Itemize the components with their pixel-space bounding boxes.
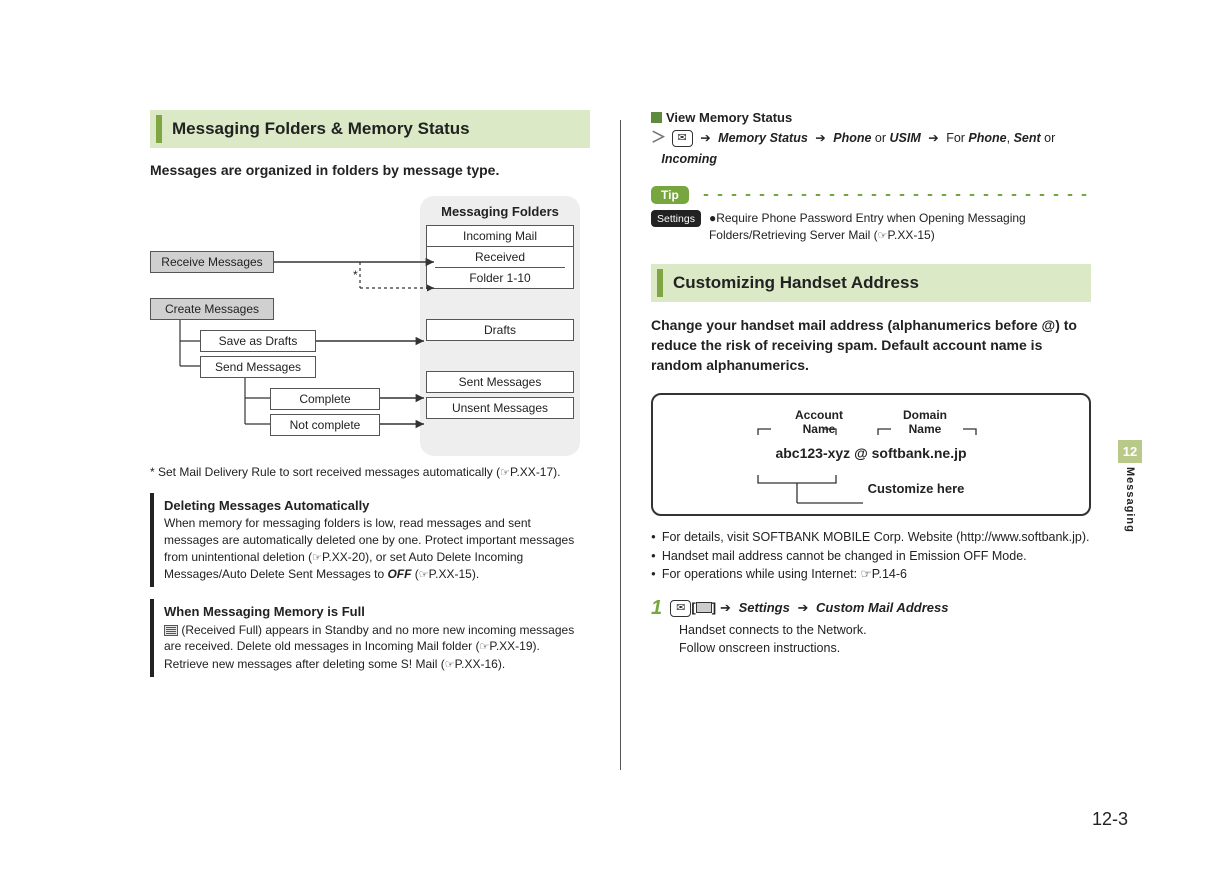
intro-text-2: Change your handset mail address (alphan… (651, 316, 1091, 375)
tip-badge: Tip (651, 186, 689, 204)
tip-dots (699, 192, 1091, 198)
folder-range-label: Folder 1-10 (435, 268, 565, 288)
note-memory-full: When Messaging Memory is Full (Received … (150, 599, 590, 677)
not-complete-box: Not complete (270, 414, 380, 436)
step-1: 1 ✉[]➔ Settings ➔ Custom Mail Address (651, 598, 1091, 618)
bullet-list: For details, visit SOFTBANK MOBILE Corp.… (651, 528, 1091, 584)
heading-text: Messaging Folders & Memory Status (172, 119, 470, 139)
right-column: View Memory Status ＞ ✉ ➔ Memory Status ➔… (651, 110, 1091, 770)
step-1-note: Handset connects to the Network. Follow … (679, 622, 1091, 657)
chapter-tab: 12 Messaging (1118, 440, 1142, 533)
page-ref-icon (312, 550, 322, 564)
account-name-label: Account Name (795, 409, 843, 437)
view-memory-block: View Memory Status ＞ ✉ ➔ Memory Status ➔… (651, 110, 1091, 168)
sent-label: Sent Messages (426, 371, 574, 393)
note-title: Deleting Messages Automatically (164, 497, 582, 515)
create-box: Create Messages (150, 298, 274, 320)
receive-box: Receive Messages (150, 251, 274, 273)
list-item: Handset mail address cannot be changed i… (651, 547, 1091, 566)
section-heading-2: Customizing Handset Address (651, 264, 1091, 302)
send-box: Send Messages (200, 356, 316, 378)
left-column: Messaging Folders & Memory Status Messag… (150, 110, 590, 770)
chapter-label: Messaging (1124, 467, 1136, 533)
note-title: When Messaging Memory is Full (164, 603, 582, 621)
tip-row: Tip (651, 186, 1091, 204)
incoming-mail-group: Incoming Mail Received Folder 1-10 (426, 225, 574, 289)
page-ref-icon (419, 567, 429, 581)
mail-softkey-icon (696, 602, 712, 613)
settings-note: Settings ●Require Phone Password Entry w… (651, 210, 1091, 244)
complete-box: Complete (270, 388, 380, 410)
received-label: Received (435, 247, 565, 268)
page-ref-icon (479, 639, 489, 653)
intro-text: Messages are organized in folders by mes… (150, 162, 590, 178)
page-ref-icon (445, 657, 455, 671)
folders-panel: Messaging Folders Incoming Mail Received… (420, 196, 580, 456)
chapter-number: 12 (1118, 440, 1142, 463)
page-ref-icon (878, 228, 888, 242)
view-memory-title: View Memory Status (651, 110, 1091, 125)
section-heading: Messaging Folders & Memory Status (150, 110, 590, 148)
asterisk: * (353, 268, 358, 282)
view-memory-steps: ＞ ✉ ➔ Memory Status ➔ Phone or USIM ➔ Fo… (651, 127, 1091, 168)
example-email: abc123-xyz @ softbank.ne.jp (661, 445, 1081, 461)
received-full-icon (164, 625, 178, 636)
customize-here-label: Customize here (661, 481, 1081, 496)
list-item: For details, visit SOFTBANK MOBILE Corp.… (651, 528, 1091, 547)
footnote: * Set Mail Delivery Rule to sort receive… (150, 464, 590, 481)
incoming-mail-label: Incoming Mail (427, 226, 573, 246)
domain-name-label: Domain Name (903, 409, 947, 437)
chevron-icon: ＞ (651, 129, 666, 146)
mail-key-icon: ✉ (670, 600, 691, 617)
mail-key-icon: ✉ (672, 130, 693, 147)
unsent-label: Unsent Messages (426, 397, 574, 419)
folders-diagram: Receive Messages Create Messages Save as… (150, 196, 590, 456)
list-item: For operations while using Internet: ☞P.… (651, 565, 1091, 584)
note-auto-delete: Deleting Messages Automatically When mem… (150, 493, 590, 588)
column-divider (620, 120, 621, 770)
save-drafts-box: Save as Drafts (200, 330, 316, 352)
folders-panel-title: Messaging Folders (426, 204, 574, 219)
page-ref-icon (500, 465, 510, 479)
heading-text: Customizing Handset Address (673, 273, 919, 293)
square-bullet-icon (651, 112, 662, 123)
settings-badge: Settings (651, 210, 701, 227)
page-number: 12-3 (1092, 809, 1128, 830)
drafts-label: Drafts (426, 319, 574, 341)
step-number: 1 (651, 598, 662, 618)
address-card: Account Name Domain Name abc123-xyz @ so… (651, 393, 1091, 516)
